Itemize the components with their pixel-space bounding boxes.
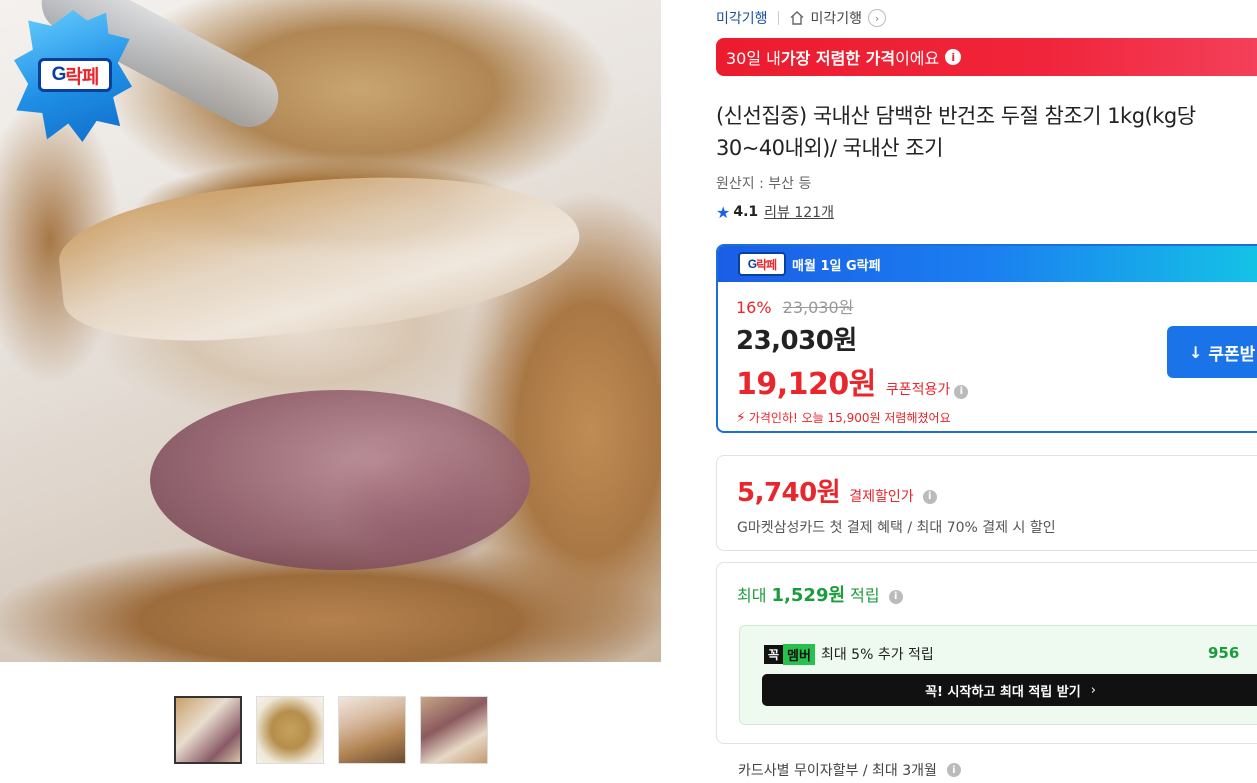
- deal-header: G 락페 매월 1일 G락페: [718, 246, 1257, 282]
- mini-logo-rakpe: 락페: [756, 257, 777, 272]
- home-icon: [790, 11, 804, 25]
- badge-logo: G 락페: [38, 58, 112, 92]
- installment-text: 카드사별 무이자할부 / 최대 3개월: [738, 763, 937, 779]
- membership-points: 956: [1208, 644, 1240, 662]
- rating-value: 4.1: [733, 204, 759, 220]
- breadcrumb: 미각기행 미각기행 ›: [716, 8, 887, 28]
- card-discount-box: 5,740원 결제할인가 i G마켓삼성카드 첫 결제 혜택 / 최대 70% …: [716, 455, 1257, 551]
- membership-cta-label: 꼭! 시작하고 최대 적립 받기: [925, 684, 1081, 700]
- product-main-image: G 락페: [0, 0, 661, 662]
- seller-home-label: 미각기행: [810, 11, 863, 27]
- chevron-right-icon: ›: [1090, 682, 1096, 698]
- coupon-price-row: 19,120원 쿠폰적용가 i: [736, 359, 1239, 403]
- thumbnail-3[interactable]: [338, 696, 406, 764]
- discount-percent: 16%: [736, 298, 772, 317]
- installment-info: 카드사별 무이자할부 / 최대 3개월 i: [738, 760, 961, 780]
- original-price: 23,030원: [782, 298, 854, 317]
- banner-suffix: 이에요: [895, 49, 940, 68]
- review-link[interactable]: 리뷰 121개: [764, 202, 834, 222]
- membership-text: 최대 5% 추가 적립: [820, 647, 934, 663]
- points-suffix: 적립: [845, 586, 880, 605]
- max-points-row: 최대 1,529원 적립 i: [737, 581, 1237, 607]
- info-icon[interactable]: i: [954, 384, 969, 399]
- g-rakpe-logo: G 락페: [738, 252, 786, 276]
- breadcrumb-divider: [777, 11, 779, 25]
- seller-home-link[interactable]: 미각기행 ›: [789, 8, 887, 28]
- membership-cta-button[interactable]: 꼭! 시작하고 최대 적립 받기 ›: [762, 674, 1257, 706]
- member-logo-member: 멤버: [783, 643, 815, 665]
- discount-row: 16% 23,030원: [736, 294, 1239, 318]
- sale-price: 23,030원: [736, 326, 857, 356]
- card-discount-label: 결제할인가: [849, 489, 914, 505]
- coupon-button-label: 쿠폰받: [1208, 344, 1256, 365]
- points-prefix: 최대: [737, 586, 772, 605]
- coupon-price-label: 쿠폰적용가: [885, 382, 951, 398]
- member-logo-kkok: 꼭: [764, 644, 784, 664]
- lightning-icon: ⚡: [736, 409, 746, 426]
- points-amount: 1,529원: [771, 585, 846, 606]
- card-discount-description: G마켓삼성카드 첫 결제 혜택 / 최대 70% 결제 시 할인: [737, 520, 1056, 536]
- price-drop-notice: ⚡ 가격인하! 오늘 15,900원 저렴해졌어요: [736, 409, 1239, 426]
- deal-box: G 락페 매월 1일 G락페 16% 23,030원 23,030원 19,120…: [716, 244, 1257, 433]
- product-origin: 원산지 : 부산 등: [716, 176, 812, 192]
- thumbnail-strip: [174, 696, 488, 764]
- card-discount-price: 5,740원: [737, 478, 841, 508]
- mini-logo-g: G: [747, 257, 757, 271]
- membership-box: 꼭 멤버 최대 5% 추가 적립 956 꼭! 시작하고 최대 적립 받기 ›: [739, 625, 1257, 725]
- banner-highlight: 가장 저렴한 가격: [780, 49, 896, 68]
- deal-header-text: 매월 1일 G락페: [792, 258, 881, 274]
- info-icon[interactable]: i: [922, 489, 937, 504]
- chevron-right-icon: ›: [868, 9, 887, 27]
- badge-logo-g: G: [51, 64, 67, 85]
- kkok-member-logo: 꼭 멤버: [764, 643, 815, 665]
- points-box: 최대 1,529원 적립 i 꼭 멤버 최대 5% 추가 적립 956 꼭! 시작…: [716, 562, 1257, 744]
- rice-shape: [150, 390, 530, 570]
- download-icon: ↓: [1189, 342, 1203, 362]
- coupon-download-button[interactable]: ↓ 쿠폰받: [1167, 326, 1257, 378]
- coupon-price: 19,120원: [736, 367, 876, 402]
- banner-prefix: 30일 내: [726, 49, 781, 68]
- info-icon[interactable]: i: [888, 589, 903, 604]
- thumbnail-4[interactable]: [420, 696, 488, 764]
- lowest-price-banner: 30일 내 가장 저렴한 가격 이에요 i: [716, 38, 1257, 76]
- star-icon: ★: [716, 202, 731, 222]
- thumbnail-2[interactable]: [256, 696, 324, 764]
- product-title: (신선집중) 국내산 담백한 반건조 두절 참조기 1kg(kg당 30~40내…: [716, 104, 1196, 160]
- badge-logo-rakpe: 락페: [65, 66, 99, 88]
- fish-shape: [53, 153, 587, 357]
- info-icon[interactable]: i: [946, 763, 961, 777]
- thumbnail-1[interactable]: [174, 696, 242, 764]
- membership-row: 꼭 멤버 최대 5% 추가 적립: [764, 643, 934, 665]
- seller-link[interactable]: 미각기행: [716, 8, 768, 28]
- price-drop-text: 가격인하! 오늘 15,900원 저렴해졌어요: [748, 411, 951, 425]
- info-icon[interactable]: i: [945, 49, 962, 65]
- card-price-row: 5,740원 결제할인가 i: [737, 472, 1237, 509]
- rating-row: ★ 4.1 리뷰 121개: [716, 202, 834, 222]
